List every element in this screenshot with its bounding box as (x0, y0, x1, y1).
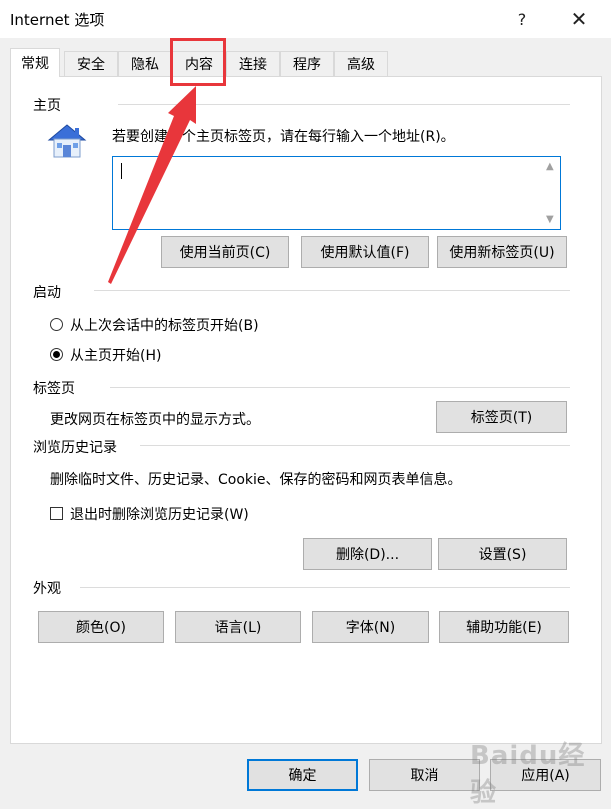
help-icon: ? (517, 9, 527, 29)
homepage-section-label: 主页 (33, 95, 61, 115)
homepage-address-input[interactable]: ▲ ▼ (112, 156, 561, 230)
vertical-scrollbar[interactable]: ▲ ▼ (543, 157, 560, 229)
fonts-button[interactable]: 字体(N) (312, 611, 429, 643)
startup-last-session-label[interactable]: 从上次会话中的标签页开始(B) (70, 315, 259, 335)
tab-label: 常规 (21, 56, 49, 72)
section-divider (110, 387, 570, 388)
tab-label: 安全 (77, 57, 105, 73)
use-default-button[interactable]: 使用默认值(F) (301, 236, 429, 268)
languages-button[interactable]: 语言(L) (175, 611, 301, 643)
close-button[interactable]: ✕ (557, 4, 601, 34)
tab-programs[interactable]: 程序 (280, 51, 334, 76)
startup-homepage-label[interactable]: 从主页开始(H) (70, 345, 161, 365)
watermark: Baidu经验 (470, 741, 586, 808)
tabs-description: 更改网页在标签页中的显示方式。 (50, 412, 260, 428)
history-section-label: 浏览历史记录 (33, 437, 117, 457)
section-divider (118, 104, 570, 105)
tab-label: 高级 (347, 57, 375, 73)
colors-button[interactable]: 颜色(O) (38, 611, 164, 643)
section-divider (94, 290, 570, 291)
title-bar: Internet 选项 ? ✕ (0, 0, 611, 38)
tab-label: 连接 (239, 57, 267, 73)
content-tab-highlight (170, 38, 226, 86)
history-description: 删除临时文件、历史记录、Cookie、保存的密码和网页表单信息。 (50, 472, 462, 488)
section-divider (140, 445, 570, 446)
text-caret (121, 163, 122, 179)
tab-connections[interactable]: 连接 (226, 51, 280, 76)
tab-general[interactable]: 常规 (10, 48, 60, 77)
tabs-button[interactable]: 标签页(T) (436, 401, 567, 433)
tabs-section-label: 标签页 (33, 378, 75, 398)
delete-history-button[interactable]: 删除(D)... (303, 538, 432, 570)
tab-label: 隐私 (131, 57, 159, 73)
delete-on-exit-label[interactable]: 退出时删除浏览历史记录(W) (70, 504, 249, 524)
homepage-instruction: 若要创建多个主页标签页，请在每行输入一个地址(R)。 (112, 129, 455, 145)
cancel-button[interactable]: 取消 (369, 759, 480, 791)
startup-last-session-radio[interactable] (50, 318, 63, 331)
history-settings-button[interactable]: 设置(S) (438, 538, 567, 570)
use-new-tab-button[interactable]: 使用新标签页(U) (437, 236, 567, 268)
tab-label: 程序 (293, 57, 321, 73)
tab-security[interactable]: 安全 (64, 51, 118, 76)
close-icon: ✕ (570, 7, 588, 31)
delete-on-exit-checkbox[interactable] (50, 507, 63, 520)
accessibility-button[interactable]: 辅助功能(E) (439, 611, 569, 643)
appearance-section-label: 外观 (33, 578, 61, 598)
use-current-button[interactable]: 使用当前页(C) (161, 236, 289, 268)
scroll-down-icon[interactable]: ▼ (546, 214, 554, 225)
window-title: Internet 选项 (10, 11, 105, 29)
scroll-up-icon[interactable]: ▲ (546, 161, 554, 172)
startup-section-label: 启动 (33, 282, 61, 302)
startup-homepage-radio[interactable] (50, 348, 63, 361)
help-button[interactable]: ? (500, 4, 544, 34)
ok-button[interactable]: 确定 (247, 759, 358, 791)
section-divider (80, 587, 570, 588)
tab-advanced[interactable]: 高级 (334, 51, 388, 76)
house-icon (45, 120, 89, 160)
tab-privacy[interactable]: 隐私 (118, 51, 172, 76)
